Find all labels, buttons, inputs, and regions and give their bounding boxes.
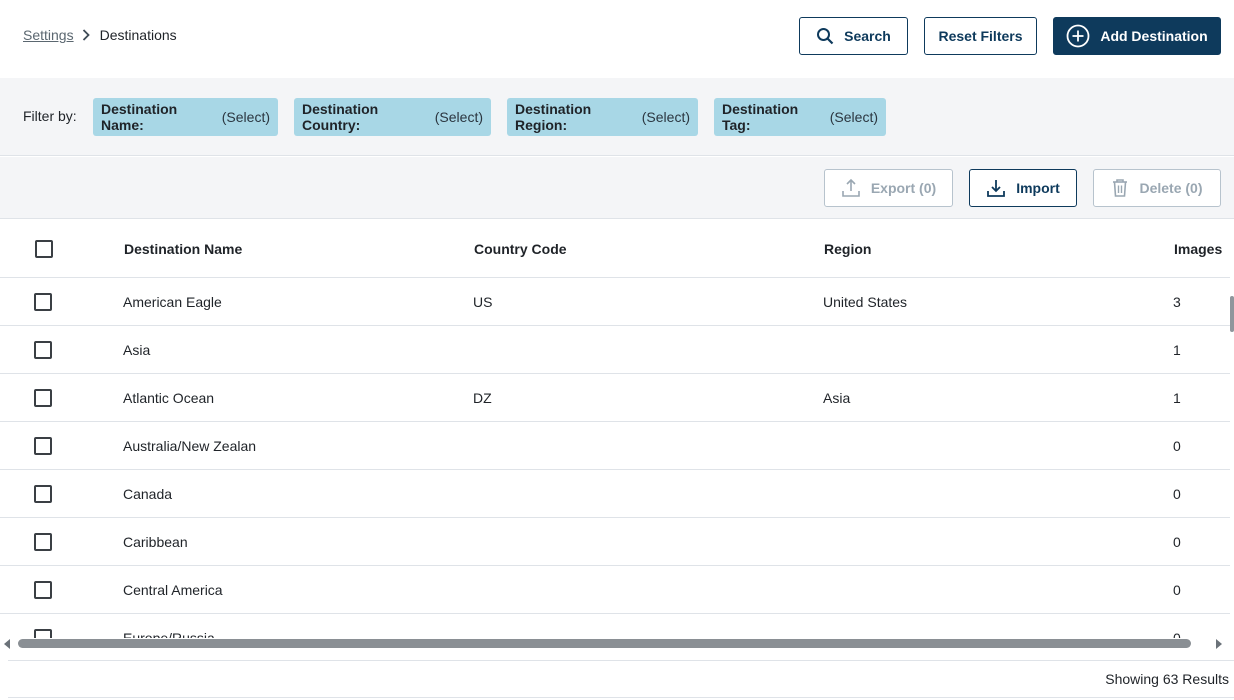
table-row[interactable]: Caribbean 0 [0,518,1230,566]
filter-by-label: Filter by: [23,108,77,124]
row-checkbox[interactable] [34,533,52,551]
row-checkbox[interactable] [34,581,52,599]
table-row[interactable]: Central America 0 [0,566,1230,614]
filter-chip-destination-country[interactable]: Destination Country: (Select) [294,98,491,136]
cell-destination-name: Caribbean [123,534,188,550]
delete-button[interactable]: Delete (0) [1093,169,1221,207]
cell-country-code: US [473,294,493,310]
cell-destination-name: Asia [123,342,151,358]
cell-images: 1 [1173,342,1181,358]
export-button[interactable]: Export (0) [824,169,953,207]
cell-images: 3 [1173,294,1181,310]
table-row[interactable]: Canada 0 [0,470,1230,518]
cell-images: 0 [1173,486,1181,502]
breadcrumb-settings-link[interactable]: Settings [23,27,74,43]
scroll-left-arrow-icon[interactable] [4,639,10,649]
cell-images: 0 [1173,582,1181,598]
download-icon [986,178,1006,198]
vertical-scrollbar-thumb[interactable] [1230,296,1234,332]
search-button-label: Search [844,28,891,44]
import-button[interactable]: Import [969,169,1077,207]
search-icon [816,27,834,45]
scroll-right-arrow-icon[interactable] [1216,639,1222,649]
row-checkbox[interactable] [34,341,52,359]
cell-images: 0 [1173,534,1181,550]
table-header: Destination Name Country Code Region Ima… [0,220,1230,278]
table-row[interactable]: American Eagle US United States 3 [0,278,1230,326]
action-bar: Export (0) Import Delete (0) [0,157,1234,219]
search-button[interactable]: Search [799,17,908,55]
cell-destination-name: American Eagle [123,294,222,310]
cell-images: 1 [1173,390,1181,406]
destinations-table: Destination Name Country Code Region Ima… [0,220,1230,638]
cell-region: Asia [823,390,851,406]
upload-icon [841,178,861,198]
column-header-country-code[interactable]: Country Code [474,241,567,257]
cell-region: United States [823,294,908,310]
filter-chip-destination-name[interactable]: Destination Name: (Select) [93,98,278,136]
reset-filters-button[interactable]: Reset Filters [924,17,1037,55]
export-label: Export (0) [870,180,937,196]
horizontal-scrollbar-thumb[interactable] [18,639,1191,648]
table-row[interactable]: Australia/New Zealan 0 [0,422,1230,470]
chip-key: Destination Region: [515,101,592,133]
breadcrumb-current: Destinations [99,27,177,43]
column-header-destination-name[interactable]: Destination Name [124,241,242,257]
row-checkbox[interactable] [34,485,52,503]
filter-chip-destination-tag[interactable]: Destination Tag: (Select) [714,98,886,136]
add-destination-button[interactable]: Add Destination [1053,17,1221,55]
cell-destination-name: Atlantic Ocean [123,390,215,406]
filter-bar: Filter by: Destination Name: (Select) De… [0,78,1234,156]
chip-key: Destination Country: [302,101,379,133]
chip-value: (Select) [829,109,878,125]
column-header-region[interactable]: Region [824,241,871,257]
chip-value: (Select) [221,109,270,125]
horizontal-scrollbar[interactable] [0,636,1230,652]
table-footer: Showing 63 Results [8,660,1234,698]
select-all-checkbox[interactable] [35,240,53,258]
cell-images: 0 [1173,438,1181,454]
table-row[interactable]: Asia 1 [0,326,1230,374]
table-row[interactable]: Atlantic Ocean DZ Asia 1 [0,374,1230,422]
row-checkbox[interactable] [34,293,52,311]
reset-filters-label: Reset Filters [938,28,1023,44]
chip-key: Destination Name: [101,101,178,133]
chip-value: (Select) [641,109,690,125]
trash-icon [1111,178,1129,198]
cell-destination-name: Australia/New Zealan [123,438,257,454]
add-destination-label: Add Destination [1100,28,1208,44]
delete-label: Delete (0) [1139,180,1203,196]
page-header: Settings Destinations Search Reset Filte… [0,0,1234,78]
filter-chip-destination-region[interactable]: Destination Region: (Select) [507,98,698,136]
table-row[interactable]: Europe/Russia 0 [0,614,1230,638]
row-checkbox[interactable] [34,389,52,407]
cell-destination-name: Central America [123,582,223,598]
chip-key: Destination Tag: [722,101,799,133]
row-checkbox[interactable] [34,437,52,455]
plus-circle-icon [1066,24,1090,48]
results-count: Showing 63 Results [1105,671,1229,687]
chip-value: (Select) [434,109,483,125]
chevron-right-icon [82,28,92,42]
column-header-images[interactable]: Images [1174,241,1222,257]
cell-country-code: DZ [473,390,492,406]
breadcrumb: Settings Destinations [23,27,177,43]
cell-destination-name: Canada [123,486,173,502]
import-label: Import [1016,180,1060,196]
